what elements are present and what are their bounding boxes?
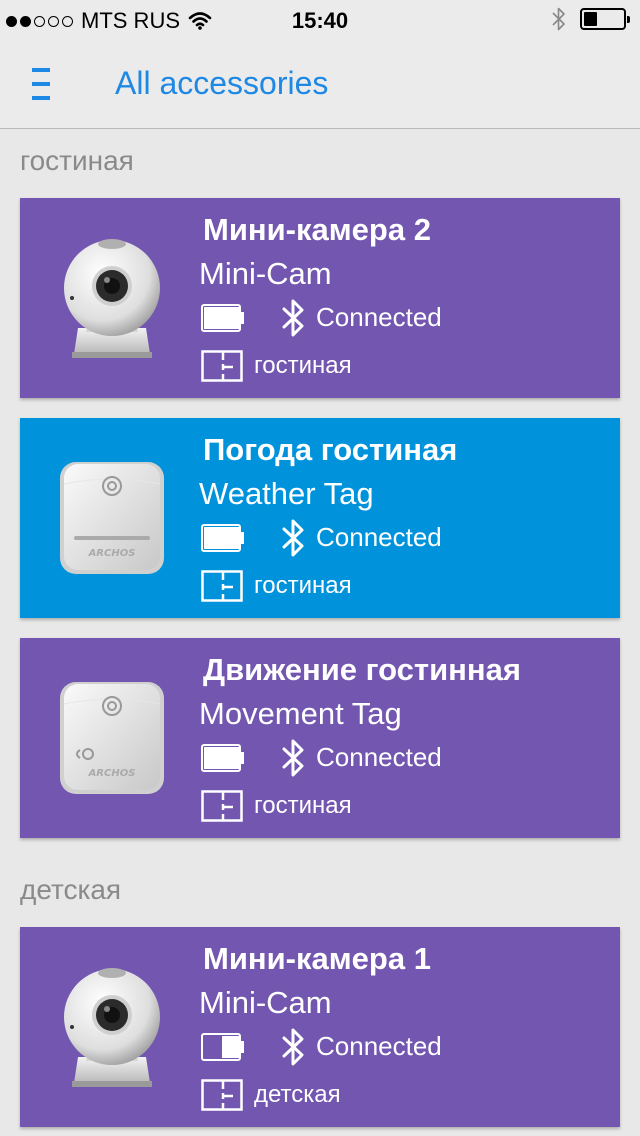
status-bar: MTS RUS 15:40 — [0, 0, 640, 40]
room-label: гостиная — [254, 352, 352, 379]
room-label: гостиная — [254, 572, 352, 599]
section-header: гостиная — [20, 145, 134, 176]
room-icon — [201, 1079, 243, 1111]
navigation-bar: All accessories — [0, 40, 640, 129]
accessory-name: Мини-камера 2 — [203, 212, 431, 247]
connection-status: Connected — [316, 522, 442, 552]
room-label: детская — [254, 1081, 341, 1108]
accessory-type: Mini-Cam — [199, 256, 332, 291]
room-label: гостиная — [254, 792, 352, 819]
bluetooth-icon — [282, 519, 306, 557]
battery-icon — [201, 1033, 245, 1061]
accessory-name: Движение гостинная — [203, 652, 521, 687]
room-icon — [201, 350, 243, 382]
accessory-name: Мини-камера 1 — [203, 941, 431, 976]
weather-tag-image: ARCHOS — [58, 454, 166, 582]
accessory-card[interactable]: ARCHOS Погода гостиная Weather Tag Connecte… — [20, 418, 620, 618]
hamburger-menu-icon[interactable] — [28, 68, 58, 100]
menu-line-3 — [32, 96, 50, 100]
movement-tag-image: ARCHOS — [58, 674, 166, 802]
battery-icon — [201, 524, 245, 552]
bluetooth-icon — [282, 739, 306, 777]
connection-status: Connected — [316, 302, 442, 332]
mini-cam-image — [58, 234, 166, 362]
bluetooth-icon — [282, 1028, 306, 1066]
room-icon — [201, 790, 243, 822]
room-icon — [201, 570, 243, 602]
battery-icon — [201, 304, 245, 332]
battery-status-icon — [580, 8, 630, 30]
accessory-card[interactable]: ARCHOS Движение гостинная Movement Tag Conn… — [20, 638, 620, 838]
bluetooth-status-icon — [552, 7, 565, 31]
accessory-type: Mini-Cam — [199, 985, 332, 1020]
svg-text:ARCHOS: ARCHOS — [88, 548, 136, 559]
mini-cam-image — [58, 963, 166, 1091]
connection-status: Connected — [316, 742, 442, 772]
status-time: 15:40 — [291, 8, 349, 33]
page-title[interactable]: All accessories — [115, 65, 328, 102]
menu-line-1 — [32, 68, 50, 72]
connection-status: Connected — [316, 1031, 442, 1061]
status-right — [552, 7, 630, 31]
menu-line-2 — [32, 82, 50, 86]
accessory-name: Погода гостиная — [203, 432, 458, 467]
accessory-type: Movement Tag — [199, 696, 402, 731]
battery-icon — [201, 744, 245, 772]
bluetooth-icon — [282, 299, 306, 337]
accessory-card[interactable]: Мини-камера 2 Mini-Cam Connected гостиная — [20, 198, 620, 398]
accessory-type: Weather Tag — [199, 476, 374, 511]
battery-level-fill — [584, 12, 598, 26]
accessory-card[interactable]: Мини-камера 1 Mini-Cam Connected детская — [20, 927, 620, 1127]
svg-text:ARCHOS: ARCHOS — [88, 768, 136, 779]
section-header: детская — [20, 874, 122, 905]
